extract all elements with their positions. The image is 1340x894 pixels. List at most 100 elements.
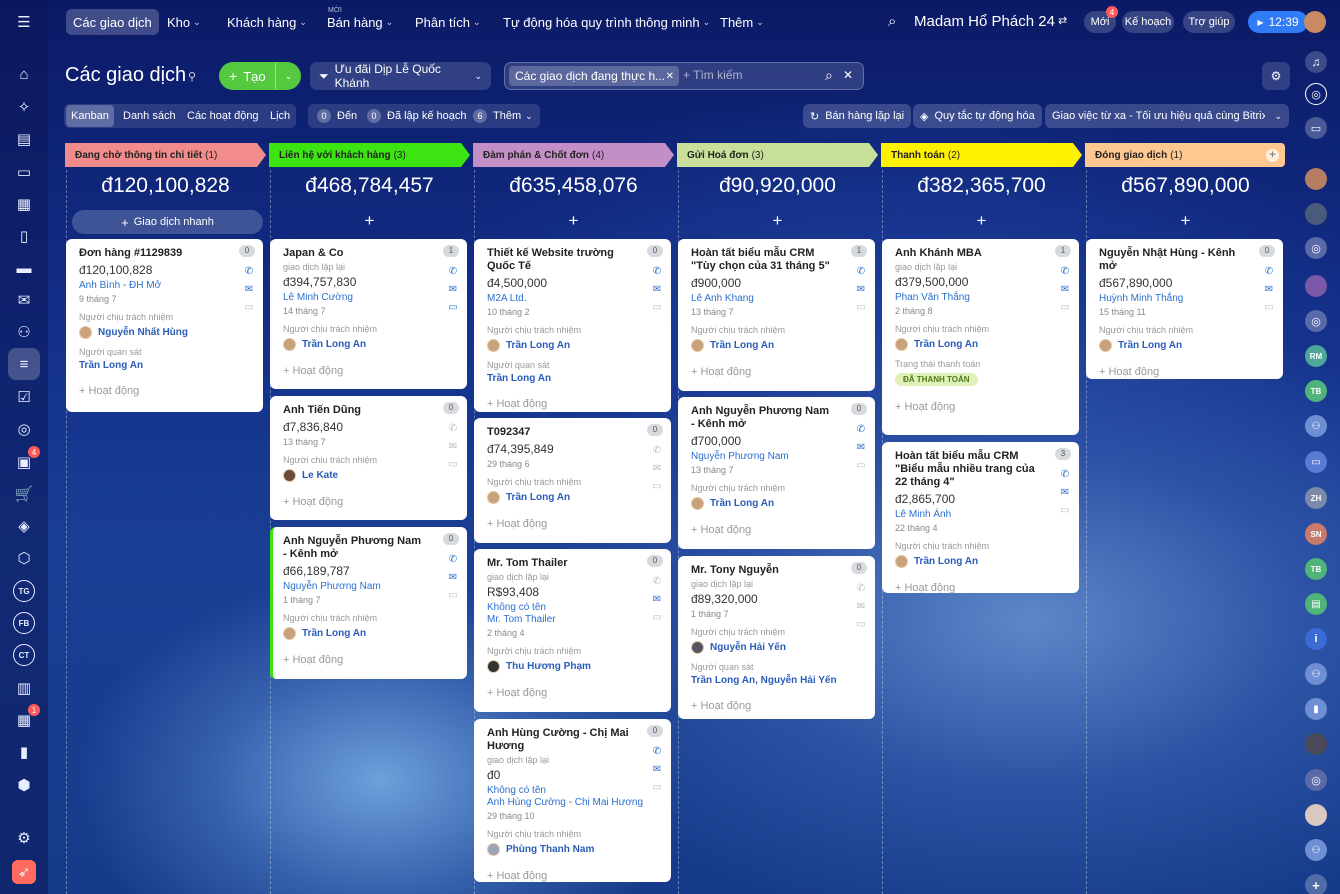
info-icon[interactable]: i: [1305, 628, 1327, 650]
chat-icon[interactable]: ▭: [1305, 117, 1327, 139]
switch-icon[interactable]: ⇄: [1058, 14, 1067, 27]
deal-title[interactable]: Anh Nguyễn Phương Nam - Kênh mở: [283, 535, 457, 561]
chat-icon[interactable]: ▭: [1059, 299, 1071, 317]
deal-contact[interactable]: Lê Minh Ánh: [895, 509, 1069, 520]
add-activity-button[interactable]: + Hoạt động: [487, 687, 661, 699]
group-icon[interactable]: ⚇: [1305, 839, 1327, 861]
deal-title[interactable]: Mr. Tom Thailer: [487, 557, 661, 570]
menu-icon[interactable]: ☰: [12, 10, 36, 34]
deal-title[interactable]: Đơn hàng #1129839: [79, 247, 253, 260]
counter-more[interactable]: 6 Thêm ⌄: [468, 105, 538, 127]
timer-button[interactable]: ▶ 12:39: [1248, 11, 1308, 33]
add-activity-button[interactable]: + Hoạt động: [895, 582, 1069, 594]
sidebar-item-fb[interactable]: FB: [12, 611, 36, 635]
phone-icon[interactable]: ✆: [1263, 263, 1275, 281]
nav-more[interactable]: Thêm ⌄: [713, 9, 771, 35]
copilot-icon[interactable]: ◎: [1305, 237, 1327, 259]
home-icon[interactable]: ⌂: [12, 62, 36, 86]
add-activity-button[interactable]: + Hoạt động: [1099, 366, 1273, 378]
automation-rules-button[interactable]: ◈ Quy tắc tự động hóa: [913, 104, 1042, 128]
nav-deals[interactable]: Các giao dịch: [66, 9, 159, 35]
add-column-icon[interactable]: +: [1266, 148, 1279, 162]
search-icon[interactable]: ⌕: [825, 67, 833, 84]
nav-sales[interactable]: Bán hàng ⌄: [320, 9, 400, 35]
help-button[interactable]: Trợ giúp: [1183, 11, 1235, 33]
tasks-icon[interactable]: ▤: [12, 127, 36, 151]
feed-icon[interactable]: ✧: [12, 95, 36, 119]
deal-title[interactable]: Hoàn tất biểu mẫu CRM "Tùy chọn của 31 t…: [691, 247, 865, 273]
deal-card[interactable]: 0 ✆ ✉ ▭ Anh Nguyễn Phương Nam - Kênh mở đ6…: [270, 527, 467, 679]
deal-card[interactable]: 0 ✆ ✉ ▭ Anh Nguyễn Phương Nam - Kênh mở đ7…: [678, 397, 875, 549]
new-button[interactable]: Mới 4: [1084, 6, 1118, 33]
close-icon[interactable]: ✕: [666, 71, 674, 82]
contacts-icon[interactable]: ⚇: [12, 320, 36, 344]
observer-person[interactable]: Trần Long An: [487, 373, 661, 384]
deal-contact[interactable]: M2A Ltd.: [487, 293, 661, 304]
chat-icon[interactable]: ▭: [447, 456, 459, 474]
mail-icon[interactable]: ✉: [651, 460, 663, 478]
phone-icon[interactable]: ✆: [855, 580, 867, 598]
quick-deal-button[interactable]: + Giao dịch nhanh: [72, 210, 263, 234]
avatar-sn[interactable]: SN: [1305, 523, 1327, 545]
deal-contact[interactable]: Anh Hùng Cường - Chị Mai Hương: [487, 797, 661, 808]
add-deal-button[interactable]: +: [881, 211, 1082, 231]
deal-card[interactable]: 1 ✆ ✉ ▭ Japan & Co giao dịch lặp lại đ394,…: [270, 239, 467, 389]
crm-icon[interactable]: ≡: [8, 348, 40, 380]
mail-icon[interactable]: ✉: [855, 281, 867, 299]
add-deal-button[interactable]: +: [269, 211, 470, 231]
cart-icon[interactable]: 🛒: [12, 482, 36, 506]
deal-card[interactable]: 0 ✆ ✉ ▭ T092347 đ74,395,849 29 tháng 6 Ngư…: [474, 418, 671, 543]
target-icon[interactable]: ◎: [12, 417, 36, 441]
add-activity-button[interactable]: + Hoạt động: [487, 398, 661, 410]
deal-card[interactable]: 0 ✆ ✉ ▭ Nguyễn Nhật Hùng - Kênh mở đ567,89…: [1086, 239, 1283, 379]
mail-icon[interactable]: ✉: [651, 761, 663, 779]
responsible-person[interactable]: Trần Long An: [895, 555, 1069, 568]
avatar[interactable]: [1305, 168, 1327, 190]
mail-icon[interactable]: ✉: [12, 288, 36, 312]
filter-tag[interactable]: Các giao dịch đang thực h... ✕: [509, 66, 679, 86]
avatar[interactable]: [1305, 804, 1327, 826]
add-activity-button[interactable]: + Hoạt động: [487, 870, 661, 882]
deal-card[interactable]: 1 ✆ ✉ ▭ Hoàn tất biểu mẫu CRM "Tùy chọn củ…: [678, 239, 875, 391]
mail-icon[interactable]: ✉: [651, 281, 663, 299]
nav-analytics[interactable]: Phân tích ⌄: [408, 9, 487, 35]
phone-icon[interactable]: ✆: [447, 551, 459, 569]
deal-card[interactable]: 3 ✆ ✉ ▭ Hoàn tất biểu mẫu CRM "Biểu mẫu nh…: [882, 442, 1079, 594]
sheet-icon[interactable]: ▤: [1305, 593, 1327, 615]
mail-icon[interactable]: ✉: [1059, 484, 1071, 502]
phone-icon[interactable]: ✆: [651, 263, 663, 281]
responsible-person[interactable]: Phùng Thanh Nam: [487, 843, 661, 856]
phone-icon[interactable]: ✆: [855, 263, 867, 281]
copilot-icon[interactable]: ◎: [1305, 769, 1327, 791]
chat-icon[interactable]: ▭: [12, 160, 36, 184]
deal-card[interactable]: 0 ✆ ✉ ▭ Mr. Tony Nguyễn giao dịch lặp lại …: [678, 556, 875, 719]
deal-title[interactable]: Anh Tiến Dũng: [283, 404, 457, 417]
add-activity-button[interactable]: + Hoạt động: [691, 700, 865, 712]
add-activity-button[interactable]: + Hoạt động: [283, 654, 457, 666]
add-activity-button[interactable]: + Hoạt động: [487, 518, 661, 530]
pipeline-select[interactable]: ⏷ Ưu đãi Dịp Lễ Quốc Khánh ⌄: [310, 62, 491, 90]
deal-title[interactable]: Anh Nguyễn Phương Nam - Kênh mở: [691, 405, 865, 431]
responsible-person[interactable]: Trần Long An: [487, 339, 661, 352]
settings-icon[interactable]: ⚙: [1262, 62, 1290, 90]
settings-icon[interactable]: ⚙: [12, 826, 36, 850]
mail-icon[interactable]: ✉: [447, 569, 459, 587]
responsible-person[interactable]: Thu Hương Phạm: [487, 660, 661, 673]
responsible-person[interactable]: Trần Long An: [1099, 339, 1273, 352]
deal-card[interactable]: 0 ✆ ✉ ▭ Đơn hàng #1129839 đ120,100,828 Anh…: [66, 239, 263, 412]
chat-icon[interactable]: ▭: [447, 587, 459, 605]
group-icon[interactable]: ⚇: [1305, 415, 1327, 437]
rocket-icon[interactable]: ➶: [12, 860, 36, 884]
avatar[interactable]: [1305, 275, 1327, 297]
avatar-tb[interactable]: TB: [1305, 558, 1327, 580]
monitor-icon[interactable]: ▭: [1305, 451, 1327, 473]
avatar[interactable]: [1305, 733, 1327, 755]
column-header[interactable]: Gửi Hoá đơn (3): [677, 143, 878, 167]
column-header[interactable]: Đóng giao dịch (1) +: [1085, 143, 1285, 167]
counter-due[interactable]: 0 Đến: [312, 105, 362, 127]
group-icon[interactable]: ⚇: [1305, 663, 1327, 685]
column-header[interactable]: Đang chờ thông tin chi tiết (1): [65, 143, 266, 167]
deal-title[interactable]: Anh Hùng Cường - Chị Mai Hương: [487, 727, 661, 753]
responsible-person[interactable]: Trần Long An: [487, 491, 661, 504]
apps-icon[interactable]: ▦ 1: [12, 704, 40, 732]
